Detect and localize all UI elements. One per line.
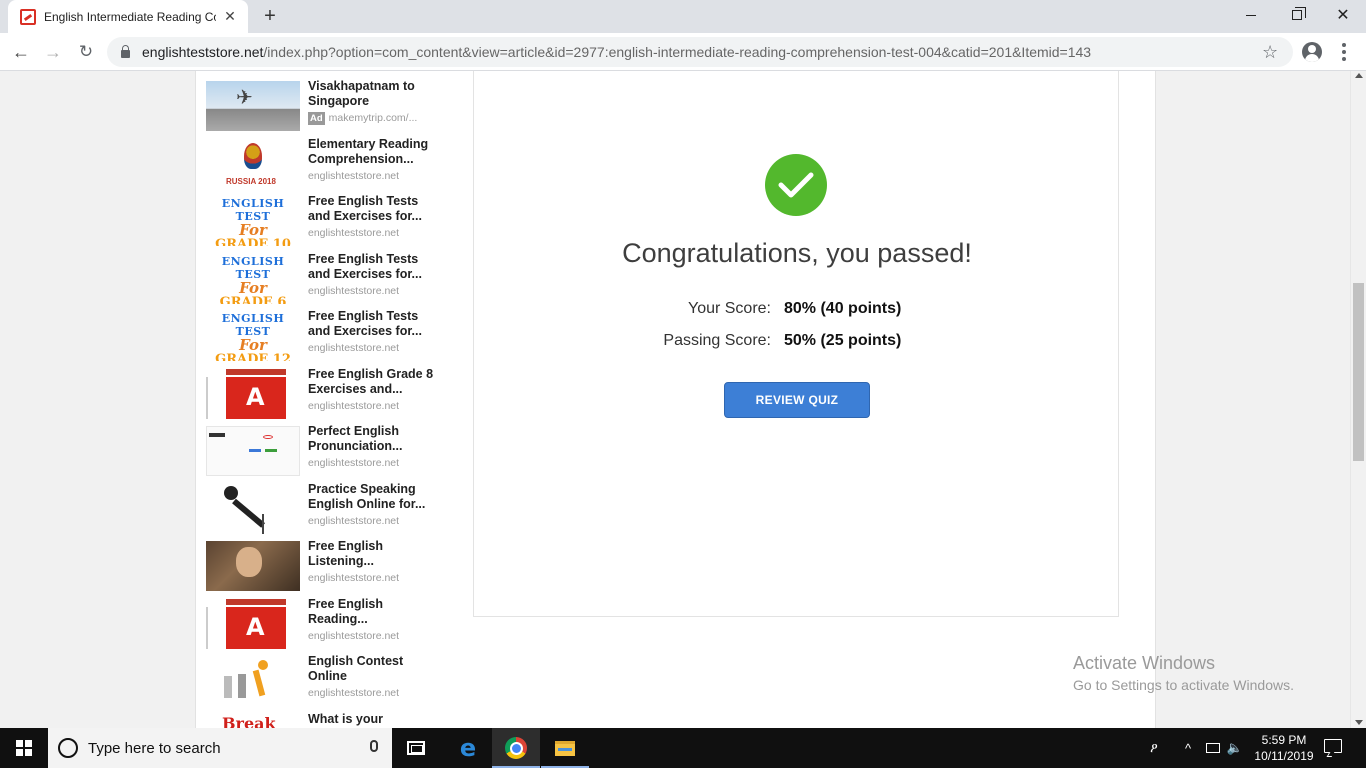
chrome-icon: [505, 737, 527, 759]
microphone-icon: [224, 485, 238, 500]
ad-item[interactable]: ENGLISH TEST For GRADE 12 Free English T…: [206, 287, 446, 361]
start-button[interactable]: [0, 728, 48, 768]
your-score-label: Your Score:: [687, 300, 771, 317]
close-window-button[interactable]: ✕: [1320, 0, 1366, 30]
ad-thumbnail-break[interactable]: Break: [206, 713, 300, 729]
lock-icon[interactable]: [121, 45, 130, 58]
ad-title[interactable]: Visakhapatnam to Singapore: [308, 79, 438, 109]
world-cup-logo-icon: [244, 142, 262, 169]
chrome-taskbar-button[interactable]: [492, 728, 540, 768]
watermark-line1: Activate Windows: [1073, 653, 1216, 673]
ad-title[interactable]: Free English Listening...: [308, 539, 438, 569]
ad-item[interactable]: Break What is your: [206, 690, 446, 729]
ad-title[interactable]: Perfect English Pronunciation...: [308, 424, 438, 454]
tab-strip: English Intermediate Reading Co ✕ + ✕: [0, 0, 1366, 33]
reload-button[interactable]: ↻: [73, 39, 99, 65]
success-check-icon: [765, 154, 827, 216]
page-content-column: Visakhapatnam to Singapore Admakemytrip.…: [195, 71, 1156, 728]
thumb-line1: ENGLISH TEST: [221, 197, 285, 223]
sidebar-ad-list: Visakhapatnam to Singapore Admakemytrip.…: [206, 71, 446, 728]
task-view-button[interactable]: [392, 728, 440, 768]
ad-item[interactable]: Free English Grade 8 Exercises and... en…: [206, 345, 446, 419]
tab-close-icon[interactable]: ✕: [222, 8, 238, 25]
activate-windows-watermark: Activate Windows Go to Settings to activ…: [1073, 652, 1294, 695]
result-heading: Congratulations, you passed!: [622, 238, 972, 268]
browser-toolbar: ← → ↻ englishteststore.net/index.php?opt…: [0, 33, 1366, 71]
browser-tab-active[interactable]: English Intermediate Reading Co ✕: [8, 0, 248, 33]
quiz-result-panel: Congratulations, you passed! Your Score:…: [473, 71, 1119, 617]
people-icon[interactable]: ዖ: [1142, 728, 1166, 768]
scroll-thumb[interactable]: [1353, 283, 1364, 461]
thumb-caption: Break: [222, 713, 276, 729]
minimize-icon: [1246, 14, 1256, 16]
url-host: englishteststore.net: [142, 44, 264, 60]
cortana-icon: [58, 738, 78, 758]
ad-item[interactable]: Perfect English Pronunciation... english…: [206, 402, 446, 476]
show-hidden-icons-chevron-icon[interactable]: ^: [1178, 728, 1198, 768]
search-placeholder: Type here to search: [88, 739, 221, 757]
site-favicon-icon: [20, 8, 36, 25]
ad-title[interactable]: Practice Speaking English Online for...: [308, 482, 438, 512]
ad-item[interactable]: Free English Reading... englishteststore…: [206, 575, 446, 649]
passing-score-value: 50% (25 points): [784, 332, 902, 349]
forward-button[interactable]: →: [40, 39, 66, 65]
page-viewport: Visakhapatnam to Singapore Admakemytrip.…: [0, 71, 1350, 728]
ad-title[interactable]: Free English Tests and Exercises for...: [308, 309, 438, 339]
clock-time: 5:59 PM: [1261, 733, 1307, 747]
thumb-line1: ENGLISH TEST: [221, 254, 285, 281]
new-tab-button[interactable]: +: [260, 4, 280, 28]
taskbar-search-box[interactable]: Type here to search: [48, 728, 392, 768]
microphone-icon[interactable]: [370, 740, 378, 752]
file-explorer-taskbar-button[interactable]: [541, 728, 589, 768]
ad-item[interactable]: English Contest Online englishteststore.…: [206, 632, 446, 706]
ad-item[interactable]: ENGLISH TEST For GRADE 6 Free English Te…: [206, 230, 446, 304]
scroll-down-arrow-icon[interactable]: [1355, 720, 1363, 725]
restore-icon: [1292, 7, 1306, 20]
volume-icon[interactable]: 🔈: [1224, 728, 1246, 768]
watermark-line2: Go to Settings to activate Windows.: [1073, 677, 1294, 693]
scroll-up-arrow-icon[interactable]: [1355, 73, 1363, 78]
your-score-value: 80% (40 points): [784, 300, 902, 317]
thumb-line1: ENGLISH TEST: [221, 312, 285, 338]
review-quiz-button[interactable]: REVIEW QUIZ: [724, 382, 870, 418]
edge-taskbar-button[interactable]: e: [444, 728, 492, 768]
ad-title[interactable]: Free English Reading...: [308, 597, 438, 627]
ad-title[interactable]: Free English Tests and Exercises for...: [308, 252, 438, 282]
ad-item[interactable]: ENGLISH TEST For GRADE 10 Free English T…: [206, 172, 446, 246]
task-view-icon: [407, 741, 425, 755]
ad-title[interactable]: English Contest Online: [308, 654, 438, 684]
url-path: /index.php?option=com_content&view=artic…: [263, 44, 1092, 60]
address-bar[interactable]: englishteststore.net/index.php?option=co…: [107, 37, 1293, 67]
restore-button[interactable]: [1274, 0, 1320, 30]
windows-logo-icon: [16, 740, 32, 756]
network-icon[interactable]: [1202, 728, 1224, 768]
edge-icon: e: [459, 734, 477, 762]
url-text[interactable]: englishteststore.net/index.php?option=co…: [142, 44, 1091, 60]
passing-score-label: Passing Score:: [663, 332, 771, 349]
taskbar-clock[interactable]: 5:59 PM 10/11/2019: [1246, 732, 1322, 764]
minimize-button[interactable]: [1228, 0, 1274, 30]
ad-title[interactable]: Elementary Reading Comprehension...: [308, 137, 438, 167]
browser-menu-icon[interactable]: [1336, 43, 1352, 61]
back-button[interactable]: ←: [8, 39, 34, 65]
action-center-icon[interactable]: [1324, 739, 1342, 753]
ad-item[interactable]: RUSSIA 2018 Elementary Reading Comprehen…: [206, 115, 446, 189]
windows-taskbar: Type here to search e ዖ ^ 🔈 5:59 PM 10/1…: [0, 728, 1366, 768]
bookmark-star-icon[interactable]: ☆: [1262, 42, 1278, 63]
clock-date: 10/11/2019: [1254, 749, 1314, 763]
tab-title: English Intermediate Reading Co: [44, 9, 216, 24]
ad-title[interactable]: Free English Tests and Exercises for...: [308, 194, 438, 224]
ad-item[interactable]: Free English Listening... englishteststo…: [206, 517, 446, 591]
ad-item[interactable]: Visakhapatnam to Singapore Admakemytrip.…: [206, 71, 446, 131]
page-scrollbar[interactable]: [1350, 71, 1366, 728]
folder-icon: [555, 740, 575, 756]
ad-title[interactable]: What is your: [308, 712, 438, 727]
ad-item[interactable]: Practice Speaking English Online for... …: [206, 460, 446, 534]
ad-title[interactable]: Free English Grade 8 Exercises and...: [308, 367, 438, 397]
profile-avatar-icon[interactable]: [1302, 42, 1322, 62]
